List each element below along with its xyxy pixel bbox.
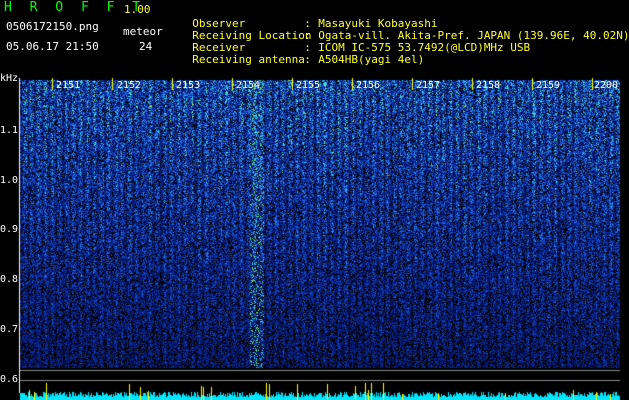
minute-label: 2154 bbox=[236, 80, 261, 91]
app-version: 1.00 bbox=[124, 3, 151, 16]
minute-label: 2157 bbox=[416, 80, 441, 91]
file-name: 0506172150.png bbox=[6, 20, 99, 33]
freq-tick-label: 0.9 bbox=[0, 224, 19, 235]
info-colon: : bbox=[304, 53, 311, 66]
info-antenna: Receiving antenna: A504HB(yagi 4el) bbox=[179, 40, 424, 66]
minute-label: 2152 bbox=[117, 80, 142, 91]
freq-tick-label: 1.1 bbox=[0, 125, 19, 136]
minute-label: 2156 bbox=[356, 80, 381, 91]
minute-label: 2151 bbox=[56, 80, 81, 91]
freq-tick-label: 1.0 bbox=[0, 175, 19, 186]
info-label: Receiving antenna bbox=[192, 53, 305, 66]
meteor-count-label: meteor bbox=[123, 25, 163, 38]
freq-tick-label: 0.6 bbox=[0, 374, 19, 385]
info-value: A504HB(yagi 4el) bbox=[318, 53, 425, 66]
minute-label: 2153 bbox=[176, 80, 201, 91]
freq-tick-label: 0.8 bbox=[0, 274, 19, 285]
freq-tick-label: 0.7 bbox=[0, 324, 19, 335]
timestamp: 05.06.17 21:50 bbox=[6, 40, 99, 53]
minute-label: 2159 bbox=[536, 80, 561, 91]
meteor-count: 24 bbox=[139, 40, 153, 53]
minute-label: 2155 bbox=[296, 80, 321, 91]
spectrogram bbox=[0, 68, 629, 400]
minute-label: 2158 bbox=[476, 80, 501, 91]
minute-label: 2200 bbox=[594, 80, 619, 91]
frequency-unit-label: kHz bbox=[0, 73, 19, 84]
